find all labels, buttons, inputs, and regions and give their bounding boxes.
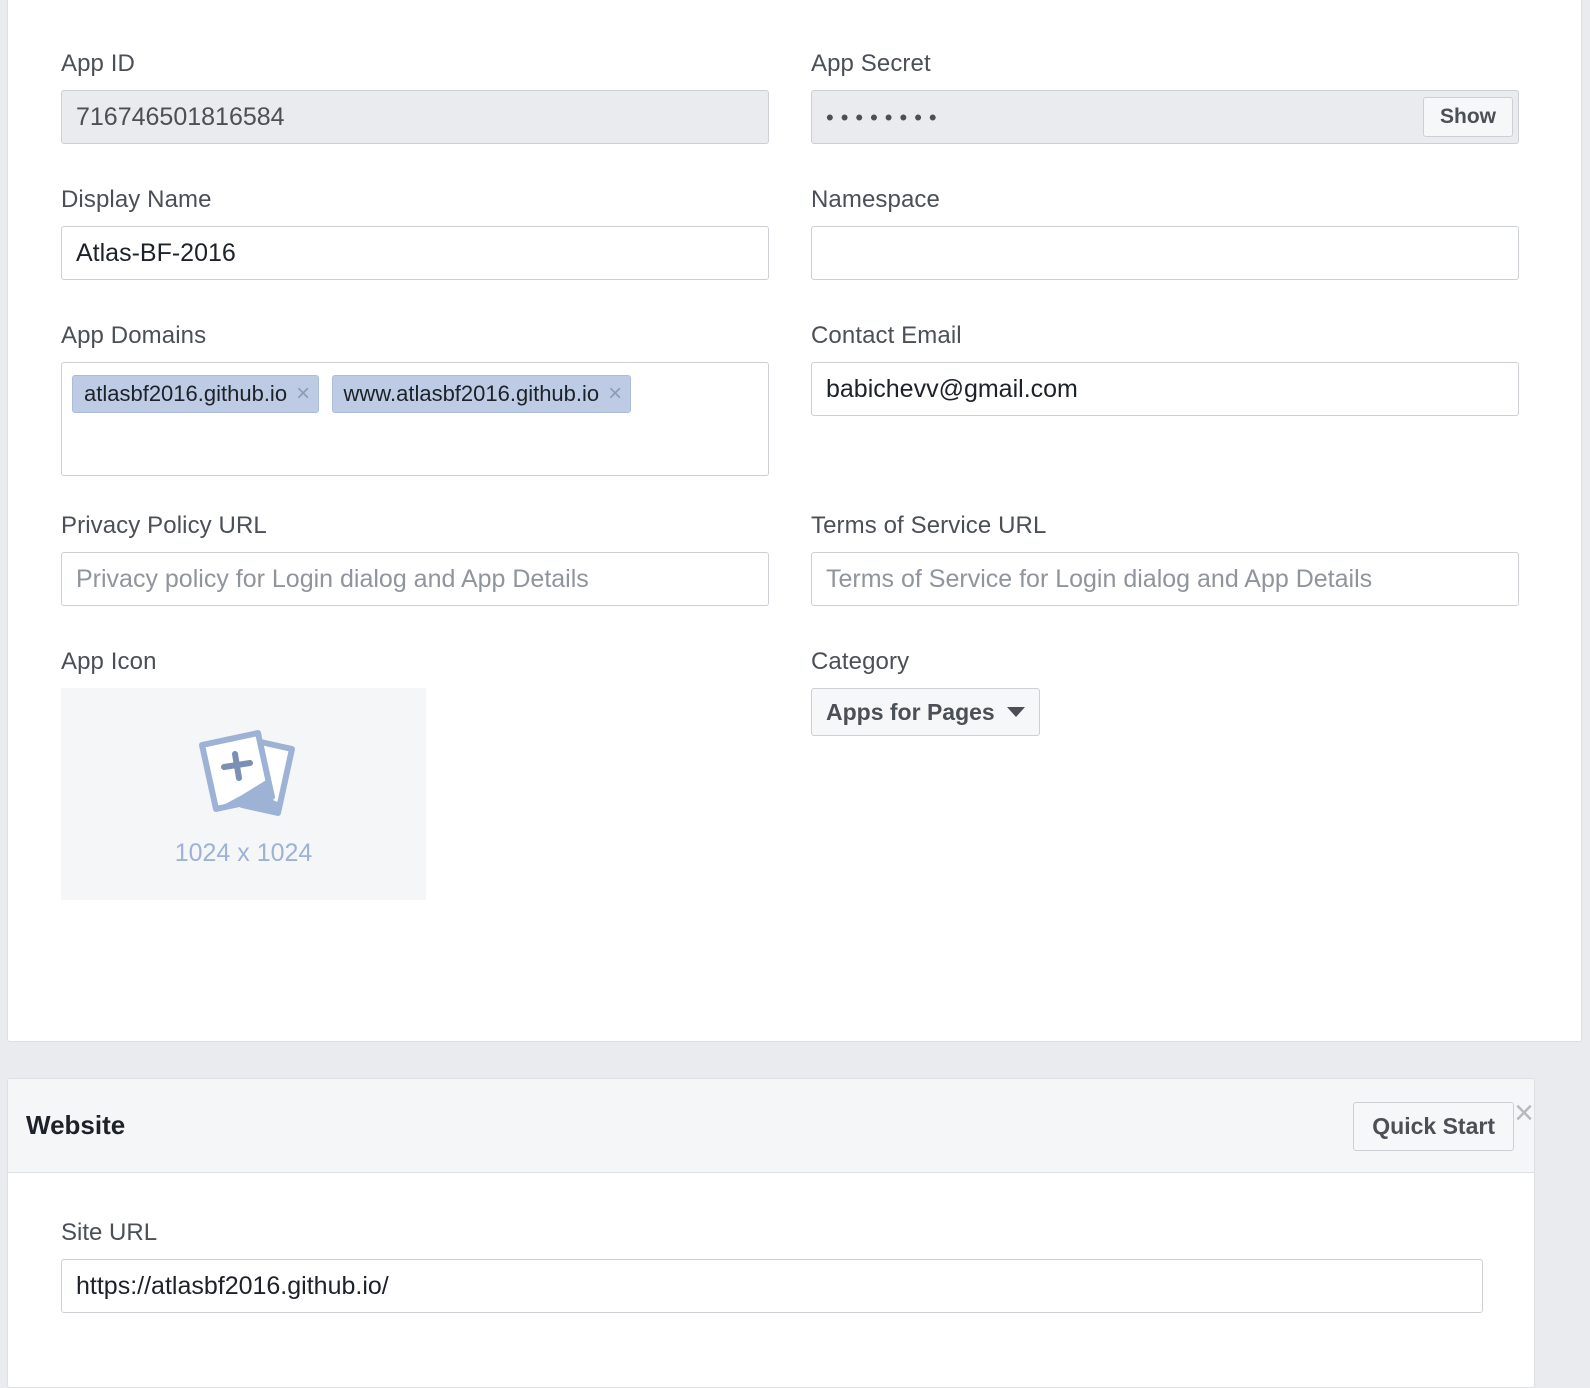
- spacer: [53, 144, 1523, 186]
- spacer: [53, 280, 1523, 322]
- add-photo-icon: [182, 721, 306, 825]
- app-secret-input[interactable]: ••••••••: [811, 90, 1519, 144]
- privacy-policy-url-input[interactable]: Privacy policy for Login dialog and App …: [61, 552, 769, 606]
- domain-token[interactable]: atlasbf2016.github.io ×: [72, 375, 319, 413]
- app-icon-size-hint: 1024 x 1024: [175, 839, 313, 868]
- domain-token[interactable]: www.atlasbf2016.github.io ×: [332, 375, 632, 413]
- app-settings-page: App ID 716746501816584 App Secret ••••••…: [0, 0, 1590, 1388]
- app-icon-label: App Icon: [53, 648, 803, 688]
- privacy-policy-url-label: Privacy Policy URL: [53, 512, 803, 552]
- field-namespace: Namespace: [803, 186, 1553, 280]
- show-secret-button[interactable]: Show: [1423, 97, 1513, 137]
- field-app-id: App ID 716746501816584: [53, 50, 803, 144]
- namespace-input[interactable]: [811, 226, 1519, 280]
- website-card-body: Site URL https://atlasbf2016.github.io/: [8, 1173, 1534, 1313]
- app-id-label: App ID: [53, 50, 803, 90]
- row-privacy-terms: Privacy Policy URL Privacy policy for Lo…: [53, 512, 1523, 606]
- website-card: Website Quick Start Site URL https://atl…: [7, 1078, 1535, 1388]
- spacer: [53, 476, 1523, 512]
- domain-token-label: www.atlasbf2016.github.io: [344, 381, 600, 407]
- chevron-down-icon: [1007, 707, 1025, 717]
- app-domains-label: App Domains: [53, 322, 803, 362]
- remove-domain-icon[interactable]: ×: [608, 382, 622, 406]
- category-label: Category: [803, 648, 1553, 688]
- terms-of-service-url-input[interactable]: Terms of Service for Login dialog and Ap…: [811, 552, 1519, 606]
- website-card-title: Website: [26, 1110, 125, 1141]
- display-name-label: Display Name: [53, 186, 803, 226]
- contact-email-input[interactable]: babichevv@gmail.com: [811, 362, 1519, 416]
- app-secret-wrapper: •••••••• Show: [811, 90, 1519, 144]
- spacer: [53, 606, 1523, 648]
- basic-settings-card: App ID 716746501816584 App Secret ••••••…: [7, 0, 1582, 1042]
- row-domains-email: App Domains atlasbf2016.github.io × www.…: [53, 322, 1523, 476]
- app-secret-label: App Secret: [803, 50, 1553, 90]
- row-icon-category: App Icon: [53, 648, 1523, 900]
- website-card-header: Website Quick Start: [8, 1079, 1534, 1173]
- field-category: Category Apps for Pages: [803, 648, 1553, 900]
- field-terms-of-service-url: Terms of Service URL Terms of Service fo…: [803, 512, 1553, 606]
- row-app-id-secret: App ID 716746501816584 App Secret ••••••…: [53, 50, 1523, 144]
- app-icon-upload-area[interactable]: 1024 x 1024: [61, 688, 426, 900]
- field-app-icon: App Icon: [53, 648, 803, 900]
- field-app-domains: App Domains atlasbf2016.github.io × www.…: [53, 322, 803, 476]
- row-display-namespace: Display Name Atlas-BF-2016 Namespace: [53, 186, 1523, 280]
- remove-domain-icon[interactable]: ×: [296, 382, 310, 406]
- field-display-name: Display Name Atlas-BF-2016: [53, 186, 803, 280]
- site-url-label: Site URL: [8, 1219, 1534, 1259]
- namespace-label: Namespace: [803, 186, 1553, 226]
- app-domains-input[interactable]: atlasbf2016.github.io × www.atlasbf2016.…: [61, 362, 769, 476]
- field-contact-email: Contact Email babichevv@gmail.com: [803, 322, 1553, 476]
- close-icon[interactable]: ×: [1506, 1096, 1542, 1132]
- category-select[interactable]: Apps for Pages: [811, 688, 1040, 736]
- display-name-input[interactable]: Atlas-BF-2016: [61, 226, 769, 280]
- basic-settings-grid: App ID 716746501816584 App Secret ••••••…: [53, 50, 1523, 900]
- app-secret-masked-value: ••••••••: [826, 105, 944, 130]
- field-privacy-policy-url: Privacy Policy URL Privacy policy for Lo…: [53, 512, 803, 606]
- quick-start-button[interactable]: Quick Start: [1353, 1102, 1514, 1151]
- field-app-secret: App Secret •••••••• Show: [803, 50, 1553, 144]
- site-url-input[interactable]: https://atlasbf2016.github.io/: [61, 1259, 1483, 1313]
- terms-of-service-url-label: Terms of Service URL: [803, 512, 1553, 552]
- app-id-input[interactable]: 716746501816584: [61, 90, 769, 144]
- category-selected-value: Apps for Pages: [826, 699, 995, 726]
- contact-email-label: Contact Email: [803, 322, 1553, 362]
- domain-token-label: atlasbf2016.github.io: [84, 381, 287, 407]
